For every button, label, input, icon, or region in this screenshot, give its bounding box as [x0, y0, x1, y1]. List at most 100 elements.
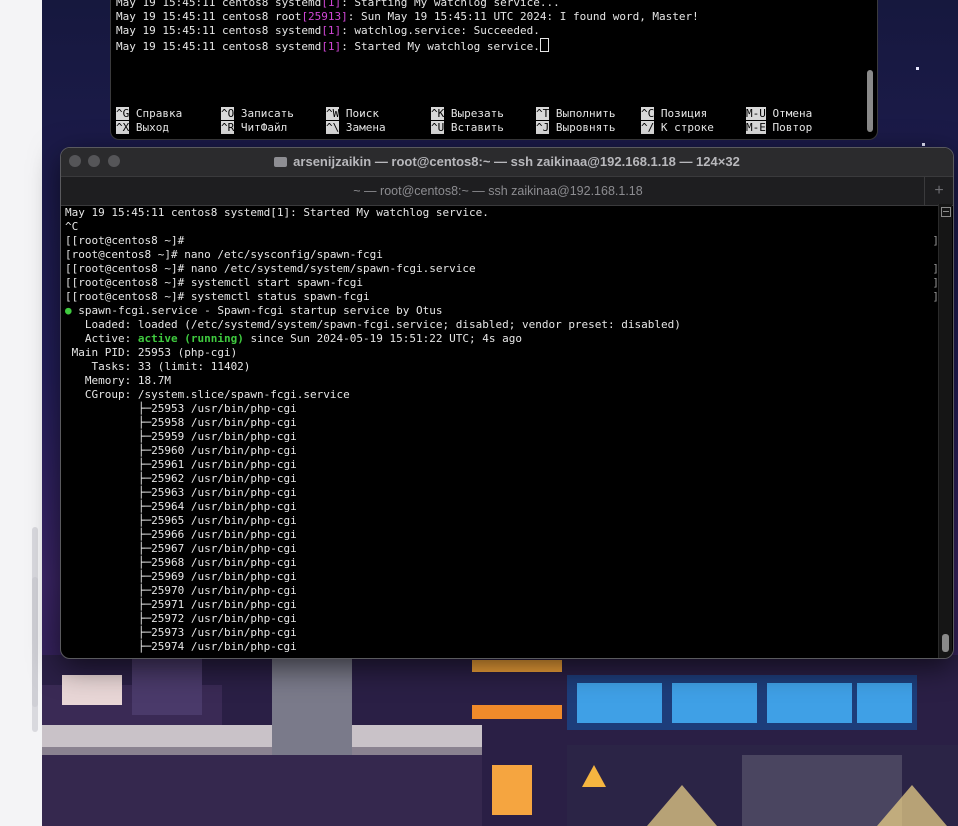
shortcut-label: Выровнять: [555, 121, 616, 134]
nano-shortcut: ^T Выполнить: [536, 107, 615, 121]
terminal-line: [[root@centos8 ~]# systemctl start spawn…: [65, 276, 364, 289]
left-panel: [0, 0, 43, 826]
cgroup-process: ├─25974 /usr/bin/php-cgi: [65, 640, 297, 653]
cgroup-process: ├─25973 /usr/bin/php-cgi: [65, 626, 297, 639]
active-since: since Sun 2024-05-19 15:51:22 UTC; 4s ag…: [243, 332, 522, 345]
nano-shortcut: M-E Повтор: [746, 121, 812, 135]
service-header-line: ● spawn-fcgi.service - Spawn-fcgi startu…: [65, 304, 681, 318]
shortcut-label: Выполнить: [555, 107, 616, 120]
log-pid: [25913]: [301, 10, 348, 23]
shortcut-label: Поиск: [345, 107, 379, 120]
nano-line: May 19 15:45:11 centos8 systemd[1]: watc…: [116, 24, 699, 38]
cgroup-process: ├─25962 /usr/bin/php-cgi: [65, 472, 297, 485]
terminal-titlebar[interactable]: arsenijzaikin — root@centos8:~ — ssh zai…: [61, 148, 953, 176]
star: [916, 67, 919, 70]
nano-shortcut: M-U Отмена: [746, 107, 812, 121]
shortcut-label: Отмена: [772, 107, 813, 120]
terminal-output[interactable]: May 19 15:45:11 centos8 systemd[1]: Star…: [65, 206, 681, 654]
nano-shortcut: ^G Справка: [116, 107, 182, 121]
terminal-scrollbar-thumb[interactable]: [942, 634, 949, 652]
log-pid: [1]: [321, 0, 342, 9]
star: [922, 143, 925, 146]
terminal-line: [[root@centos8 ~]#: [65, 234, 185, 247]
window-title: arsenijzaikin — root@centos8:~ — ssh zai…: [61, 154, 953, 169]
tab-ssh-session[interactable]: ~ — root@centos8:~ — ssh zaikinaa@192.16…: [61, 184, 935, 198]
shortcut-label: Вставить: [450, 121, 504, 134]
cgroup-process: ├─25963 /usr/bin/php-cgi: [65, 486, 297, 499]
nano-shortcut: ^R ЧитФайл: [221, 121, 287, 135]
log-message: : Starting My watchlog service...: [341, 0, 560, 9]
shortcut-key: ^W: [326, 107, 340, 120]
loaded-line: Loaded: loaded (/etc/systemd/system/spaw…: [65, 318, 681, 331]
status-line: CGroup: /system.slice/spawn-fcgi.service: [65, 388, 350, 401]
shortcut-key: ^K: [431, 107, 445, 120]
scroll-menu-icon[interactable]: [941, 207, 951, 217]
terminal-line: [[root@centos8 ~]# systemctl status spaw…: [65, 290, 370, 303]
shortcut-key: ^C: [641, 107, 655, 120]
text-cursor: [539, 38, 549, 52]
shortcut-key: M-U: [746, 107, 766, 120]
cgroup-process: ├─25953 /usr/bin/php-cgi: [65, 402, 297, 415]
cgroup-process: ├─25958 /usr/bin/php-cgi: [65, 416, 297, 429]
status-line: Memory: 18.7M: [65, 374, 171, 387]
nano-shortcut: ^/ К строке: [641, 121, 714, 135]
shortcut-label: К строке: [660, 121, 714, 134]
nano-line: May 19 15:45:11 centos8 systemd[1]: Star…: [116, 38, 699, 54]
cgroup-process: ├─25969 /usr/bin/php-cgi: [65, 570, 297, 583]
cgroup-process: ├─25960 /usr/bin/php-cgi: [65, 444, 297, 457]
cgroup-process: ├─25965 /usr/bin/php-cgi: [65, 514, 297, 527]
terminal-scrollbar[interactable]: [938, 204, 952, 658]
shortcut-key: ^/: [641, 121, 655, 134]
status-line: Main PID: 25953 (php-cgi): [65, 346, 238, 359]
shortcut-key: ^X: [116, 121, 130, 134]
service-name: spawn-fcgi.service - Spawn-fcgi startup …: [71, 304, 443, 317]
nano-shortcut: ^\ Замена: [326, 121, 386, 135]
nano-shortcut: ^X Выход: [116, 121, 169, 135]
status-line: Tasks: 33 (limit: 11402): [65, 360, 251, 373]
shortcut-key: ^G: [116, 107, 130, 120]
log-pid: [1]: [321, 40, 342, 53]
cgroup-process: ├─25964 /usr/bin/php-cgi: [65, 500, 297, 513]
nano-text-area[interactable]: May 19 15:45:11 centos8 systemd[1]: Star…: [116, 0, 699, 54]
shortcut-key: ^T: [536, 107, 550, 120]
shortcut-label: Записать: [240, 107, 294, 120]
folder-icon: [274, 157, 288, 167]
shortcut-label: Повтор: [772, 121, 813, 134]
nano-shortcut: ^U Вставить: [431, 121, 504, 135]
left-panel-scrollbar[interactable]: [32, 527, 38, 732]
log-message: : watchlog.service: Succeeded.: [341, 24, 540, 37]
shortcut-label: ЧитФайл: [240, 121, 288, 134]
shortcut-key: ^J: [536, 121, 550, 134]
active-label: Active:: [65, 332, 138, 345]
new-tab-button[interactable]: +: [924, 177, 953, 205]
shortcut-key: ^\: [326, 121, 340, 134]
nano-shortcut: ^J Выровнять: [536, 121, 615, 135]
cgroup-process: ├─25967 /usr/bin/php-cgi: [65, 542, 297, 555]
shortcut-key: ^R: [221, 121, 235, 134]
pixel-city-illustration: [42, 655, 958, 826]
terminal-window[interactable]: arsenijzaikin — root@centos8:~ — ssh zai…: [60, 147, 954, 659]
cgroup-process: ├─25959 /usr/bin/php-cgi: [65, 430, 297, 443]
terminal-line: [[root@centos8 ~]# nano /etc/systemd/sys…: [65, 262, 476, 275]
tab-bar: ~ — root@centos8:~ — ssh zaikinaa@192.16…: [61, 176, 953, 206]
shortcut-label: Замена: [345, 121, 386, 134]
nano-terminal-window[interactable]: May 19 15:45:11 centos8 systemd[1]: Star…: [110, 0, 878, 140]
cgroup-process: ├─25972 /usr/bin/php-cgi: [65, 612, 297, 625]
cgroup-process: ├─25970 /usr/bin/php-cgi: [65, 584, 297, 597]
terminal-line: [root@centos8 ~]# nano /etc/sysconfig/sp…: [65, 248, 383, 261]
nano-scrollbar-thumb[interactable]: [867, 70, 873, 132]
cgroup-process: ├─25961 /usr/bin/php-cgi: [65, 458, 297, 471]
cgroup-process: ├─25968 /usr/bin/php-cgi: [65, 556, 297, 569]
status-dot-icon: ●: [65, 304, 72, 317]
log-pid: [1]: [321, 24, 342, 37]
nano-shortcut: ^K Вырезать: [431, 107, 504, 121]
nano-line: May 19 15:45:11 centos8 systemd[1]: Star…: [116, 0, 699, 10]
log-message: : Sun May 19 15:45:11 UTC 2024: I found …: [347, 10, 699, 23]
terminal-line: ^C: [65, 220, 79, 233]
nano-shortcut: ^O Записать: [221, 107, 294, 121]
shortcut-label: Выход: [135, 121, 169, 134]
window-title-text: arsenijzaikin — root@centos8:~ — ssh zai…: [293, 154, 740, 169]
nano-line: May 19 15:45:11 centos8 root[25913]: Sun…: [116, 10, 699, 24]
shortcut-key: M-E: [746, 121, 766, 134]
log-message: : Started My watchlog service.: [341, 40, 540, 53]
